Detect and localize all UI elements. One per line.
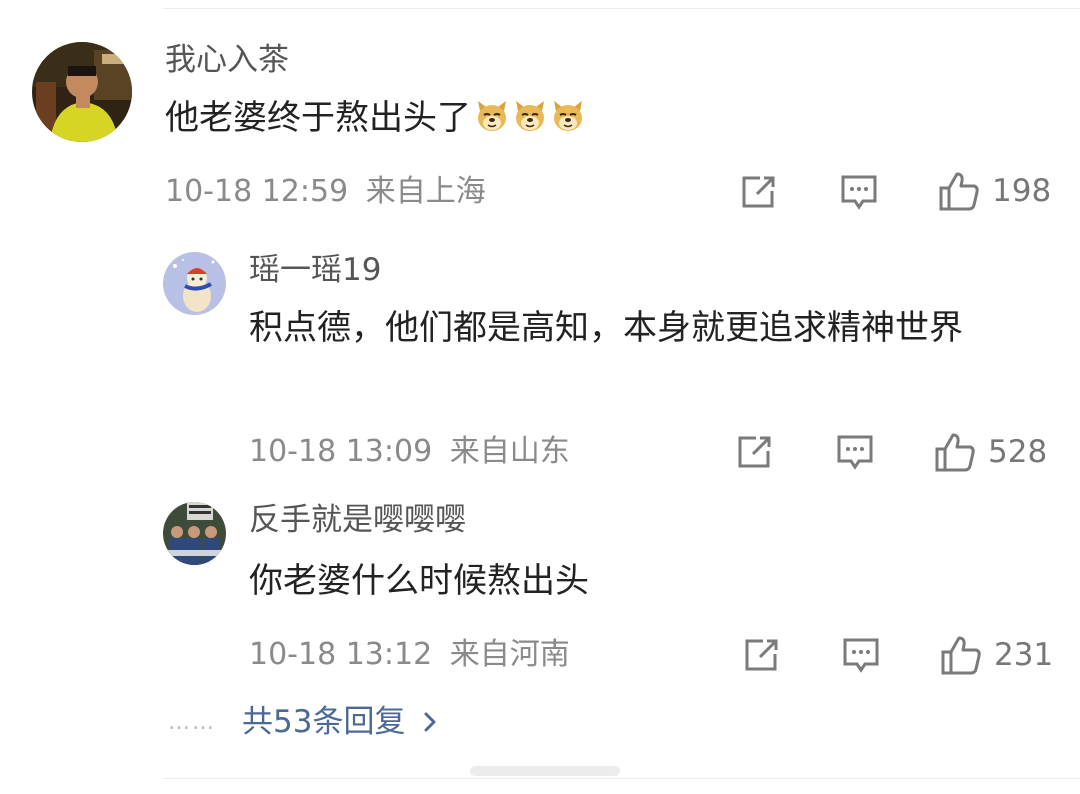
watermark (470, 766, 620, 776)
reply-meta: 10-18 13:12 来自河南 (249, 635, 570, 675)
thumbs-up-icon (939, 172, 979, 211)
comment-icon (837, 435, 873, 470)
reply-location: 来自山东 (449, 434, 570, 469)
share-button[interactable] (736, 434, 774, 470)
reply-text: 你老婆什么时候熬出头 (249, 561, 589, 601)
reply-username[interactable]: 反手就是嘤嘤嘤 (249, 500, 466, 540)
comment-icon (843, 638, 879, 673)
reply-avatar[interactable] (163, 502, 226, 565)
comment-username[interactable]: 我心入茶 (165, 40, 289, 80)
reply-time: 10-18 13:09 (249, 434, 433, 469)
reply-text: 积点德，他们都是高知，本身就更追求精神世界 (249, 308, 963, 348)
more-replies-dots: …… (168, 709, 216, 735)
like-button[interactable]: 231 (940, 634, 1053, 676)
reply-time: 10-18 13:12 (249, 637, 433, 672)
comment-icon (841, 175, 877, 210)
like-count: 198 (992, 173, 1052, 209)
thumbs-up-icon (935, 433, 975, 472)
comment-text-content: 他老婆终于熬出头了 (165, 98, 471, 138)
reply-username[interactable]: 瑶一瑶19 (249, 250, 381, 290)
share-icon (745, 639, 778, 671)
doge-emoji-icon (551, 94, 585, 131)
like-button[interactable]: 198 (938, 170, 1051, 212)
like-count: 528 (988, 434, 1048, 470)
more-replies-link[interactable]: …… 共53条回复 (168, 702, 437, 742)
reply-avatar[interactable] (163, 252, 226, 315)
comment-button[interactable] (836, 434, 874, 472)
comment-location: 来自上海 (365, 174, 486, 209)
avatar[interactable] (32, 42, 132, 142)
comment-button[interactable] (842, 637, 880, 675)
comment-button[interactable] (840, 174, 878, 212)
reply-meta: 10-18 13:09 来自山东 (249, 432, 570, 472)
doge-emoji-icon (513, 94, 547, 131)
comment-time: 10-18 12:59 (165, 174, 349, 209)
comment-meta: 10-18 12:59 来自上海 (165, 172, 486, 212)
top-divider (163, 8, 1080, 9)
like-count: 231 (994, 637, 1054, 673)
reply-location: 来自河南 (449, 637, 570, 672)
bottom-divider (163, 778, 1080, 779)
more-replies-label: 共53条回复 (242, 704, 406, 740)
comment-text: 他老婆终于熬出头了 (165, 90, 585, 146)
chevron-right-icon (424, 712, 436, 732)
thumbs-up-icon (941, 636, 981, 675)
doge-emoji-icon (475, 94, 509, 131)
share-button[interactable] (740, 174, 778, 210)
share-button[interactable] (743, 637, 781, 673)
share-icon (742, 176, 775, 208)
share-icon (738, 436, 771, 468)
like-button[interactable]: 528 (934, 431, 1047, 473)
